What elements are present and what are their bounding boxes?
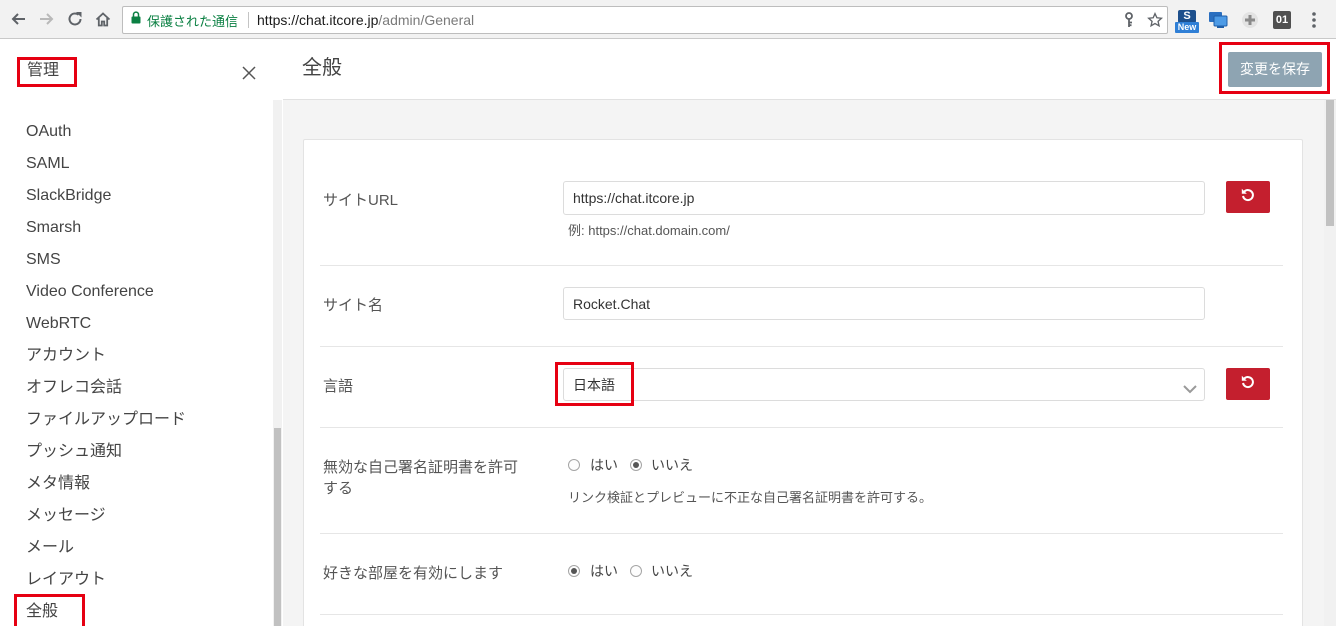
favorite-rooms-label: 好きな部屋を有効にします <box>323 565 504 582</box>
allow-invalid-certs-yes-label[interactable]: はい <box>590 457 618 474</box>
sidebar-title: 管理 <box>27 62 60 79</box>
secure-connection-label: 保護された通信 <box>147 13 239 29</box>
address-separator <box>248 12 250 28</box>
bookmark-star-icon[interactable] <box>1147 12 1163 28</box>
sidebar-item-saml[interactable]: SAML <box>0 148 273 180</box>
sidebar-item-oauth[interactable]: OAuth <box>0 116 273 148</box>
site-url-reset-button[interactable] <box>1226 181 1270 213</box>
row-divider <box>320 533 1283 534</box>
sidebar-item-general[interactable]: 全般 <box>0 596 273 626</box>
favorite-rooms-yes-radio[interactable] <box>568 565 580 577</box>
allow-invalid-certs-description: リンク検証とプレビューに不正な自己署名証明書を許可する。 <box>568 490 933 505</box>
sidebar-item-email[interactable]: メール <box>0 532 273 564</box>
admin-sidebar: 管理 OAuth SAML SlackBridge Smarsh SMS Vid… <box>0 39 283 626</box>
row-divider <box>320 427 1283 428</box>
sidebar-scrollbar[interactable] <box>273 100 282 626</box>
sidebar-scrollbar-thumb[interactable] <box>274 428 281 626</box>
site-url-label: サイトURL <box>323 192 399 209</box>
url-text: https://chat.itcore.jp/admin/General <box>257 12 474 28</box>
digits-extension-icon[interactable]: 01 <box>1273 11 1291 29</box>
sidebar-item-off-the-record[interactable]: オフレコ会話 <box>0 372 273 404</box>
sidebar-item-webrtc[interactable]: WebRTC <box>0 308 273 340</box>
allow-invalid-certs-label: 無効な自己署名証明書を許可する <box>323 459 519 497</box>
undo-icon <box>1241 375 1255 394</box>
sidebar-item-message[interactable]: メッセージ <box>0 500 273 532</box>
sidebar-item-sms[interactable]: SMS <box>0 244 273 276</box>
sidebar-item-smarsh[interactable]: Smarsh <box>0 212 273 244</box>
sidebar-item-meta[interactable]: メタ情報 <box>0 468 273 500</box>
sidebar-item-layout[interactable]: レイアウト <box>0 564 273 596</box>
row-divider <box>320 346 1283 347</box>
key-icon[interactable] <box>1121 12 1137 28</box>
site-url-hint: 例: https://chat.domain.com/ <box>568 223 730 238</box>
site-url-input[interactable]: https://chat.itcore.jp <box>563 181 1205 215</box>
close-icon[interactable] <box>242 66 256 80</box>
language-reset-button[interactable] <box>1226 368 1270 400</box>
favorite-rooms-no-label[interactable]: いいえ <box>651 563 693 580</box>
language-select[interactable]: 日本語 <box>563 368 1205 401</box>
sidebar-item-push-notifications[interactable]: プッシュ通知 <box>0 436 273 468</box>
url-host: https://chat.itcore.jp <box>257 12 379 28</box>
page-header: 全般 変更を保存 <box>283 39 1336 100</box>
page-title: 全般 <box>302 57 342 79</box>
screen-extension-icon[interactable] <box>1208 11 1228 29</box>
lock-icon <box>131 11 141 29</box>
chevron-down-icon <box>1183 381 1197 394</box>
undo-icon <box>1241 188 1255 207</box>
forward-icon[interactable] <box>37 9 57 29</box>
sidebar-item-video-conference[interactable]: Video Conference <box>0 276 273 308</box>
url-path: /admin/General <box>378 12 475 28</box>
row-divider <box>320 265 1283 266</box>
settings-card: サイトURL https://chat.itcore.jp 例: https:/… <box>303 139 1303 626</box>
gamepad-extension-icon[interactable] <box>1241 11 1259 29</box>
main-scrollbar[interactable] <box>1324 100 1336 626</box>
sidebar-item-accounts[interactable]: アカウント <box>0 340 273 372</box>
site-name-input[interactable]: Rocket.Chat <box>563 287 1205 320</box>
address-bar-content: 保護された通信 https://chat.itcore.jp/admin/Gen… <box>131 7 474 33</box>
sidebar-item-file-upload[interactable]: ファイルアップロード <box>0 404 273 436</box>
language-select-value: 日本語 <box>573 376 615 393</box>
language-label: 言語 <box>323 378 354 395</box>
save-changes-button[interactable]: 変更を保存 <box>1228 52 1322 87</box>
row-divider <box>320 614 1283 615</box>
settings-content: サイトURL https://chat.itcore.jp 例: https:/… <box>283 100 1324 626</box>
allow-invalid-certs-yes-radio[interactable] <box>568 459 580 471</box>
s-new-extension-icon[interactable]: S New <box>1175 10 1199 34</box>
address-bar[interactable]: 保護された通信 https://chat.itcore.jp/admin/Gen… <box>122 6 1168 34</box>
back-icon[interactable] <box>8 9 28 29</box>
favorite-rooms-yes-label[interactable]: はい <box>590 563 618 580</box>
home-icon[interactable] <box>93 9 113 29</box>
favorite-rooms-no-radio[interactable] <box>630 565 642 577</box>
allow-invalid-certs-no-radio[interactable] <box>630 459 642 471</box>
site-name-label: サイト名 <box>323 297 384 314</box>
browser-menu-icon[interactable] <box>1308 10 1320 30</box>
allow-invalid-certs-no-label[interactable]: いいえ <box>651 457 693 474</box>
sidebar-menu: OAuth SAML SlackBridge Smarsh SMS Video … <box>0 100 273 626</box>
browser-toolbar: 保護された通信 https://chat.itcore.jp/admin/Gen… <box>0 0 1336 39</box>
extension-new-badge: New <box>1175 22 1199 33</box>
reload-icon[interactable] <box>65 9 85 29</box>
sidebar-item-slackbridge[interactable]: SlackBridge <box>0 180 273 212</box>
main-scrollbar-thumb[interactable] <box>1326 100 1334 226</box>
